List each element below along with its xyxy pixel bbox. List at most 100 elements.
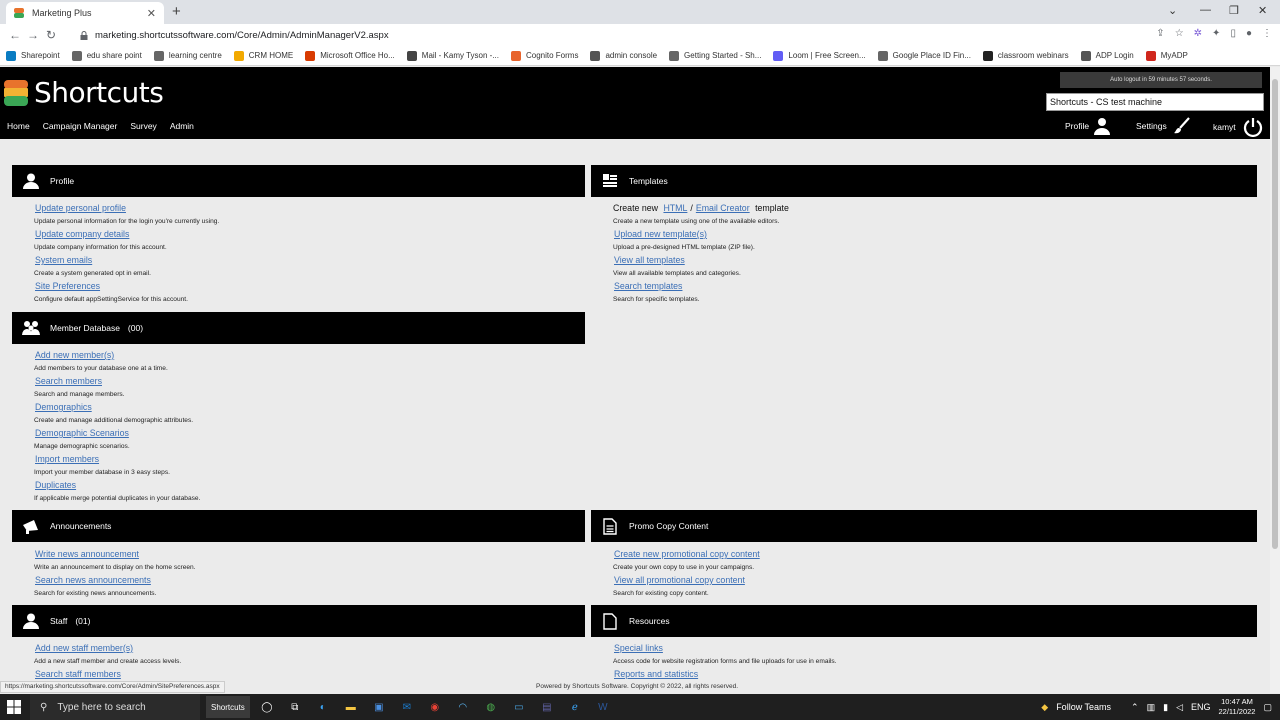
notifications-icon[interactable]: ▢ xyxy=(1263,702,1272,713)
url-field[interactable]: marketing.shortcutssoftware.com/Core/Adm… xyxy=(80,30,389,41)
update-company-details-link[interactable]: Update company details xyxy=(35,228,219,241)
search-staff-members-link[interactable]: Search staff members xyxy=(35,668,181,681)
extension-gear-icon[interactable]: ✲ xyxy=(1194,28,1202,39)
bookmark-item[interactable]: Mail - Kamy Tyson -... xyxy=(406,50,499,61)
bookmark-item[interactable]: Microsoft Office Ho... xyxy=(305,50,395,61)
nav-campaign-manager[interactable]: Campaign Manager xyxy=(43,121,118,131)
account-icon[interactable]: ● xyxy=(1246,28,1252,39)
restore-icon[interactable]: ❐ xyxy=(1229,4,1239,17)
nav-admin[interactable]: Admin xyxy=(170,121,194,131)
create-promo-copy-link[interactable]: Create new promotional copy content xyxy=(614,548,760,561)
nav-home[interactable]: Home xyxy=(7,121,30,131)
bookmark-item[interactable]: classroom webinars xyxy=(982,50,1069,61)
bookmark-item[interactable]: ADP Login xyxy=(1080,50,1134,61)
windows-start-button[interactable] xyxy=(0,694,28,720)
machine-name-field[interactable]: Shortcuts - CS test machine xyxy=(1046,93,1264,111)
share-icon[interactable]: ⇪ xyxy=(1156,28,1164,39)
outlook-icon[interactable]: ✉ xyxy=(396,696,418,718)
follow-teams-label[interactable]: Follow Teams xyxy=(1056,702,1111,712)
bookmark-item[interactable]: edu share point xyxy=(71,50,142,61)
view-all-promo-copy-link[interactable]: View all promotional copy content xyxy=(614,574,760,587)
battery-icon[interactable]: ▮ xyxy=(1163,702,1168,713)
close-icon[interactable]: ✕ xyxy=(147,7,156,20)
language-indicator[interactable]: ENG xyxy=(1191,702,1211,712)
update-personal-profile-link[interactable]: Update personal profile xyxy=(35,202,219,215)
store-icon[interactable]: ▣ xyxy=(368,696,390,718)
browser-toolbar-icons: ⇪ ☆ ✲ ✦ ▯ ● ⋮ xyxy=(1156,28,1272,39)
announcements-items: Write news announcement Write an announce… xyxy=(34,548,196,600)
bookmark-item[interactable]: learning centre xyxy=(153,50,222,61)
task-view-icon[interactable]: ⧉ xyxy=(284,696,306,718)
user-menu[interactable]: kamyt xyxy=(1213,117,1263,137)
profile-link[interactable]: Profile xyxy=(1065,117,1111,135)
search-members-link[interactable]: Search members xyxy=(35,375,200,388)
demographic-scenarios-link[interactable]: Demographic Scenarios xyxy=(35,427,200,440)
taskbar-clock[interactable]: 10:47 AM 22/11/2022 xyxy=(1219,697,1256,717)
bookmark-item[interactable]: Sharepoint xyxy=(6,50,60,61)
menu-kebab-icon[interactable]: ⋮ xyxy=(1262,28,1272,39)
taskbar-search-box[interactable]: ⚲ Type here to search xyxy=(30,694,200,720)
cortana-icon[interactable]: ◯ xyxy=(256,696,278,718)
bookmark-item[interactable]: MyADP xyxy=(1145,50,1188,61)
word-icon[interactable]: W xyxy=(592,696,614,718)
search-templates-link[interactable]: Search templates xyxy=(614,280,789,293)
email-creator-link[interactable]: Email Creator xyxy=(696,203,750,213)
demographics-link[interactable]: Demographics xyxy=(35,401,200,414)
list-item: Add new member(s) Add members to your dat… xyxy=(34,349,200,375)
html-template-link[interactable]: HTML xyxy=(663,203,687,213)
settings-link[interactable]: Settings xyxy=(1136,117,1191,135)
zoom-icon[interactable]: ▭ xyxy=(508,696,530,718)
volume-icon[interactable]: ◁ xyxy=(1176,702,1183,713)
puzzle-icon[interactable]: ✦ xyxy=(1212,28,1220,39)
bookmark-item[interactable]: Getting Started - Sh... xyxy=(669,50,761,61)
site-preferences-link[interactable]: Site Preferences xyxy=(35,280,219,293)
chevron-up-icon[interactable]: ⌃ xyxy=(1131,702,1139,713)
taskbar-shortcuts-app[interactable]: Shortcuts xyxy=(206,696,250,718)
edge-icon[interactable]: ◐ xyxy=(312,696,334,718)
star-icon[interactable]: ☆ xyxy=(1175,28,1184,39)
page-scrollbar[interactable] xyxy=(1270,67,1280,693)
wifi-icon[interactable]: ◠ xyxy=(452,696,474,718)
window-close-icon[interactable]: ✕ xyxy=(1258,4,1267,17)
chrome-icon[interactable]: ◉ xyxy=(424,696,446,718)
browser-tab[interactable]: Marketing Plus ✕ xyxy=(6,2,164,24)
globe-icon[interactable]: ◍ xyxy=(480,696,502,718)
minimize-icon[interactable]: — xyxy=(1200,4,1211,16)
import-members-link[interactable]: Import members xyxy=(35,453,200,466)
duplicates-link[interactable]: Duplicates xyxy=(35,479,200,492)
new-tab-button[interactable]: + xyxy=(172,3,181,21)
forward-button[interactable]: → xyxy=(24,28,42,42)
bookmark-label: edu share point xyxy=(86,51,142,60)
nav-survey[interactable]: Survey xyxy=(130,121,156,131)
back-button[interactable]: ← xyxy=(6,28,24,42)
follow-teams-icon[interactable]: ◆ xyxy=(1041,702,1048,713)
add-new-members-link[interactable]: Add new member(s) xyxy=(35,349,200,362)
system-emails-link[interactable]: System emails xyxy=(35,254,219,267)
view-all-templates-link[interactable]: View all templates xyxy=(614,254,789,267)
bookmark-item[interactable]: CRM HOME xyxy=(233,50,293,61)
reload-button[interactable]: ↻ xyxy=(42,28,60,42)
side-panel-icon[interactable]: ▯ xyxy=(1230,28,1236,39)
item-description: Upload a pre-designed HTML template (ZIP… xyxy=(613,244,755,251)
internet-explorer-icon[interactable]: ℯ xyxy=(564,696,586,718)
write-news-announcement-link[interactable]: Write news announcement xyxy=(35,548,196,561)
upload-template-link[interactable]: Upload new template(s) xyxy=(614,228,789,241)
reports-statistics-link[interactable]: Reports and statistics xyxy=(614,668,837,681)
file-explorer-icon[interactable]: ▬ xyxy=(340,696,362,718)
shortcuts-logo[interactable]: Shortcuts xyxy=(4,76,164,109)
special-links-link[interactable]: Special links xyxy=(614,642,837,655)
search-news-announcements-link[interactable]: Search news announcements xyxy=(35,574,196,587)
bookmark-item[interactable]: Google Place ID Fin... xyxy=(877,50,971,61)
bookmark-item[interactable]: Loom | Free Screen... xyxy=(773,50,866,61)
bookmark-item[interactable]: Cognito Forms xyxy=(510,50,578,61)
network-icon[interactable]: ▥ xyxy=(1147,702,1156,713)
teams-icon[interactable]: ▤ xyxy=(536,696,558,718)
bookmark-item[interactable]: admin console xyxy=(590,50,657,61)
browser-tab-bar: Marketing Plus ✕ + ⌄ — ❐ ✕ xyxy=(0,0,1280,24)
scrollbar-thumb[interactable] xyxy=(1272,79,1278,549)
item-description: Search for specific templates. xyxy=(613,296,700,303)
chevron-down-icon[interactable]: ⌄ xyxy=(1168,4,1177,17)
add-new-staff-link[interactable]: Add new staff member(s) xyxy=(35,642,181,655)
lock-icon xyxy=(80,30,88,40)
promo-copy-items: Create new promotional copy content Creat… xyxy=(613,548,760,600)
